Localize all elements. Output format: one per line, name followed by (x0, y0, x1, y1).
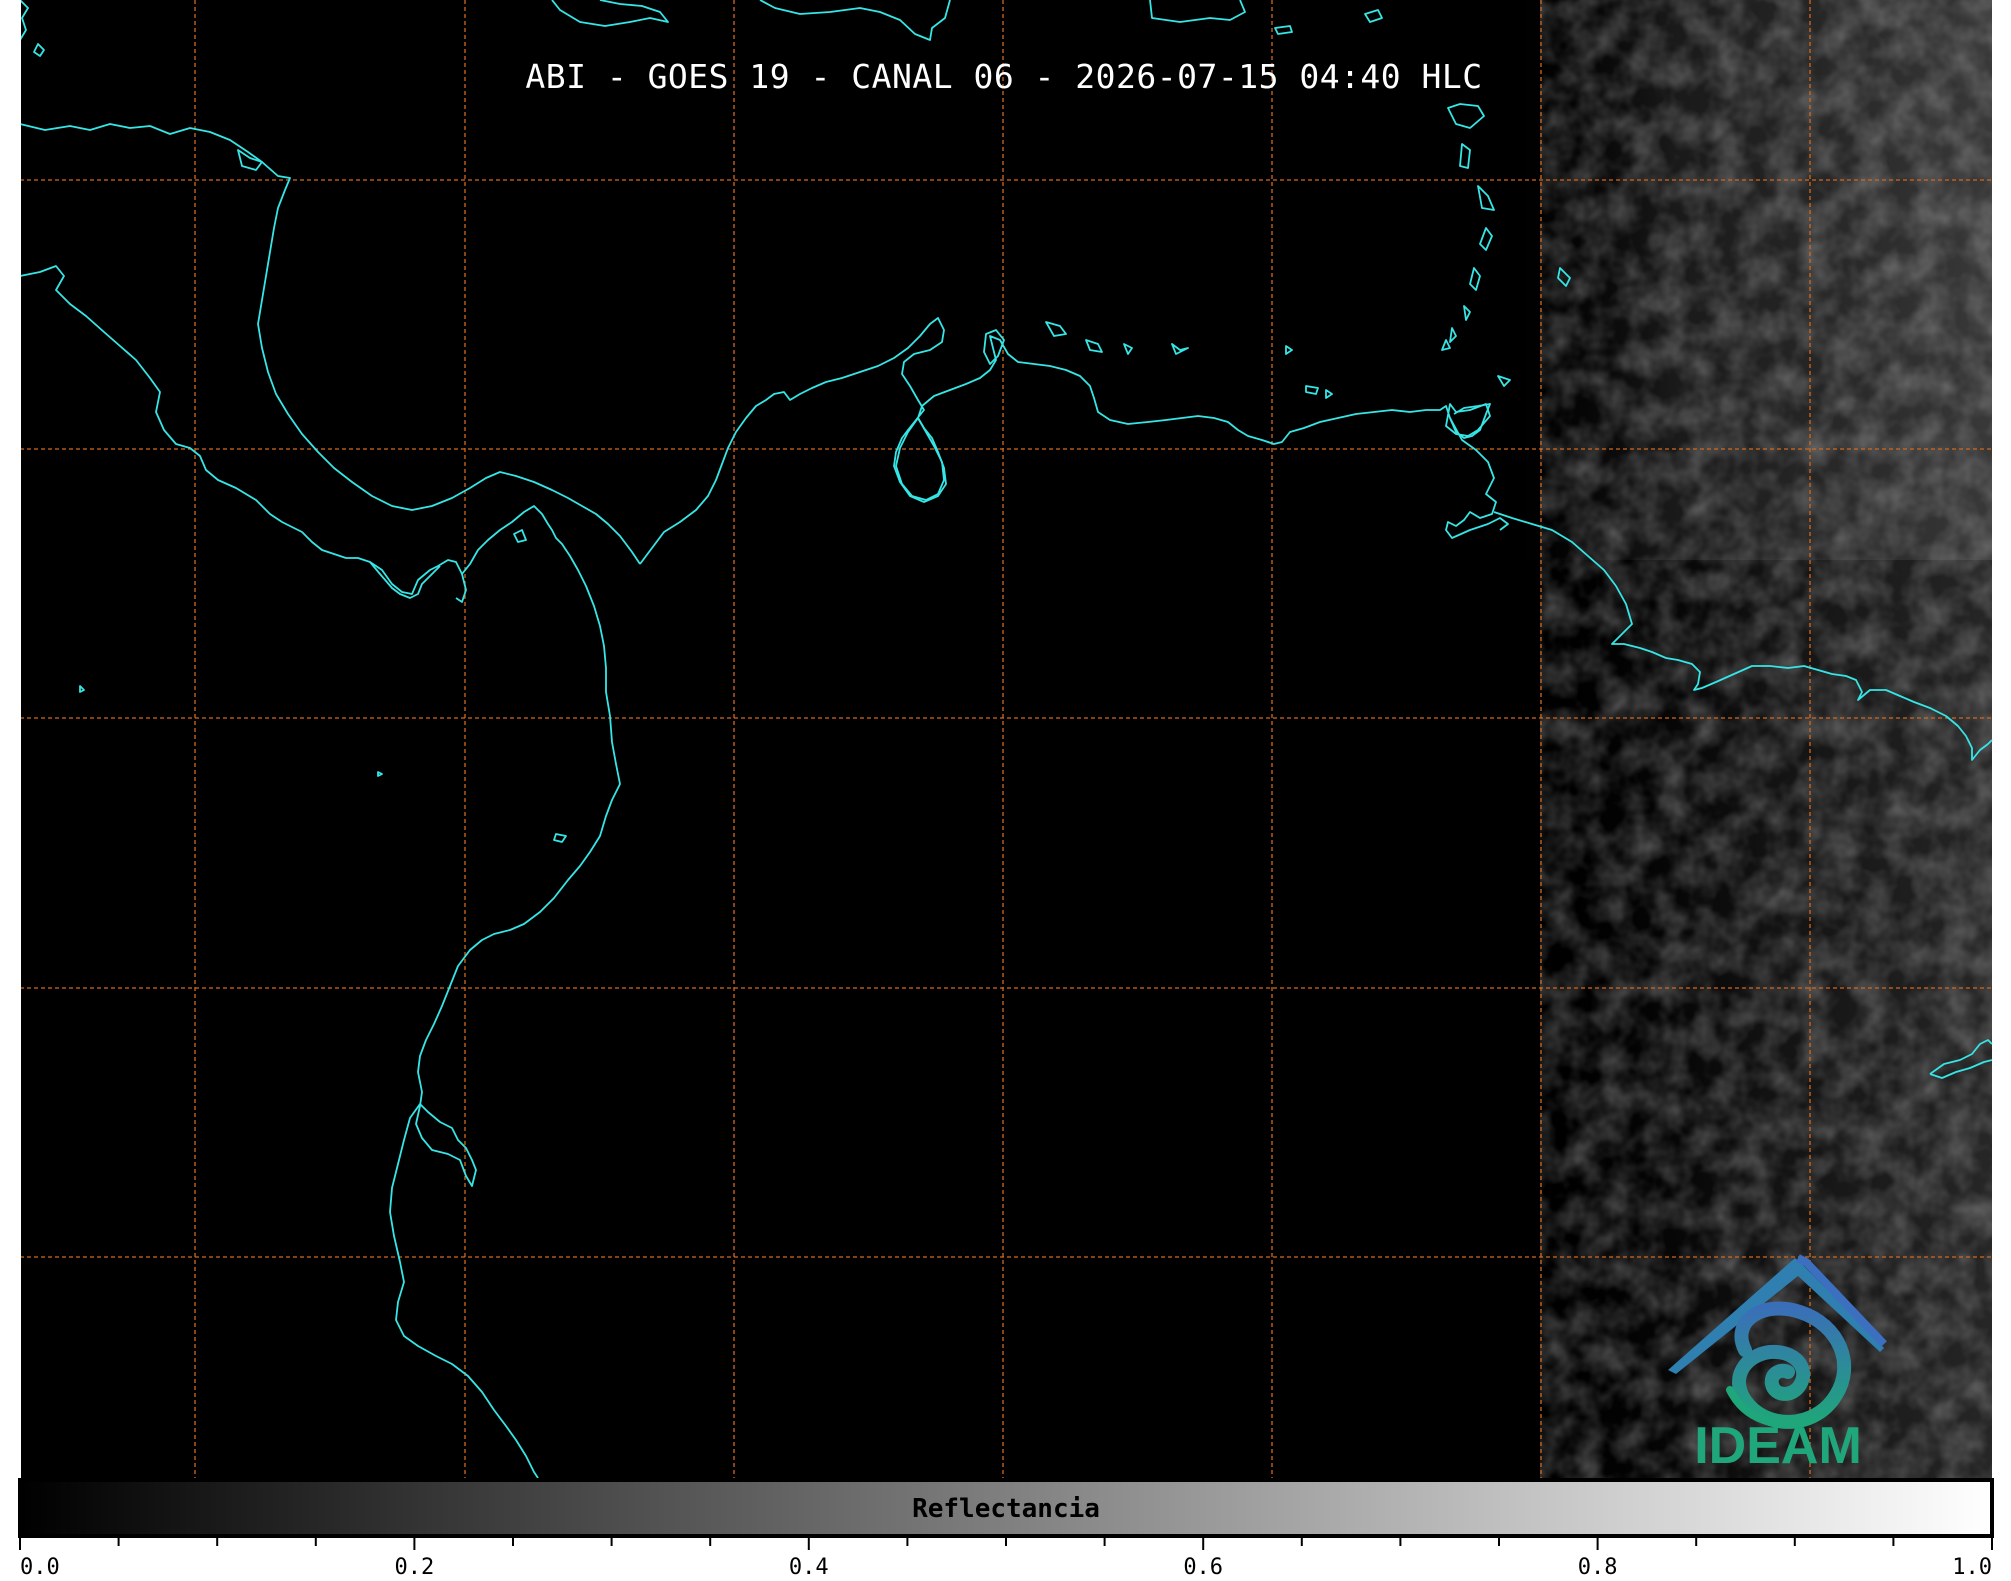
colorbar-tick-label: 0.2 (395, 1555, 435, 1577)
colorbar: Reflectancia 0.0 0.2 0.4 0.6 0.8 1.0 (18, 1478, 1994, 1580)
ideam-logo-text: IDEAM (1694, 1417, 1862, 1475)
colorbar-tick-label: 1.0 (1952, 1555, 1992, 1577)
colorbar-tick-label: 0.6 (1183, 1555, 1223, 1577)
colorbar-ticks: 0.0 0.2 0.4 0.6 0.8 1.0 (19, 1536, 1993, 1580)
colorbar-label: Reflectancia (912, 1494, 1100, 1524)
colorbar-tick-label: 0.0 (20, 1555, 60, 1577)
satellite-image: ABI - GOES 19 - CANAL 06 - 2026-07-15 04… (18, 0, 1994, 1580)
satellite-figure: ABI - GOES 19 - CANAL 06 - 2026-07-15 04… (0, 0, 2011, 1580)
colorbar-tick-label: 0.4 (789, 1555, 829, 1577)
colorbar-tick-label: 0.8 (1578, 1555, 1618, 1577)
cloud-region (1500, 0, 1992, 1478)
map-title: ABI - GOES 19 - CANAL 06 - 2026-07-15 04… (525, 57, 1482, 96)
